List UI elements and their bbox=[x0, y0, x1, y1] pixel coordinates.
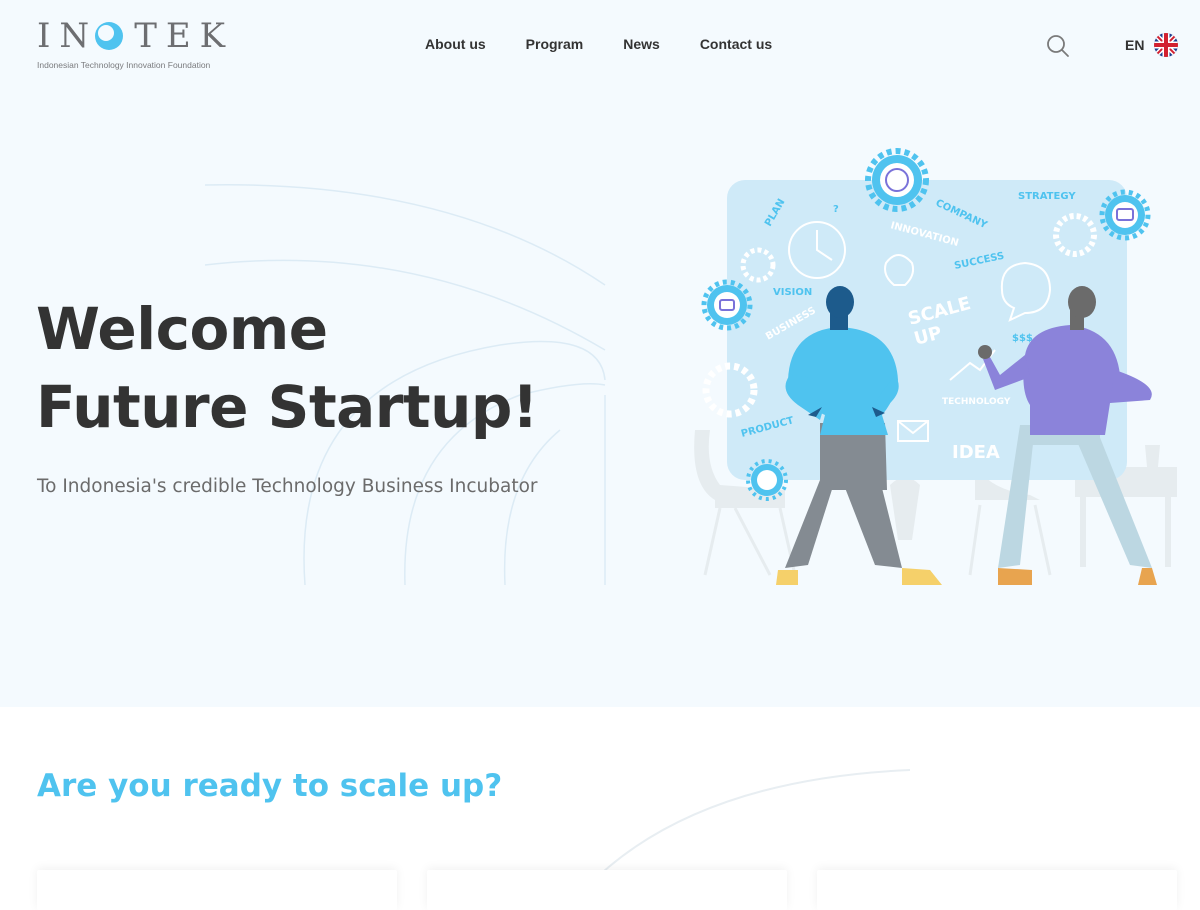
program-card-1[interactable] bbox=[37, 870, 397, 910]
inotek-logo[interactable]: IN TEK Indonesian Technology Innovation F… bbox=[37, 16, 237, 76]
svg-text:TECHNOLOGY: TECHNOLOGY bbox=[942, 397, 1011, 407]
nav-about-us[interactable]: About us bbox=[425, 36, 486, 52]
nav-news[interactable]: News bbox=[623, 36, 660, 52]
svg-text:?: ? bbox=[833, 204, 839, 215]
program-card-2[interactable] bbox=[427, 870, 787, 910]
svg-text:IDEA: IDEA bbox=[952, 442, 1000, 463]
svg-text:STRATEGY: STRATEGY bbox=[1018, 191, 1076, 202]
section-title: Are you ready to scale up? bbox=[37, 768, 503, 804]
site-header: IN TEK Indonesian Technology Innovation F… bbox=[0, 0, 1200, 90]
program-card-3[interactable] bbox=[817, 870, 1177, 910]
language-label: EN bbox=[1125, 37, 1145, 53]
hero-title: Welcome Future Startup! bbox=[36, 295, 538, 441]
main-nav: About us Program News Contact us bbox=[425, 36, 772, 52]
search-icon[interactable] bbox=[1046, 34, 1070, 58]
nav-program[interactable]: Program bbox=[526, 36, 584, 52]
svg-text:$$$: $$$ bbox=[1012, 333, 1033, 344]
nav-contact-us[interactable]: Contact us bbox=[700, 36, 772, 52]
logo-wordmark: IN TEK bbox=[37, 16, 234, 56]
logo-text-right: TEK bbox=[134, 16, 235, 56]
logo-tagline: Indonesian Technology Innovation Foundat… bbox=[37, 60, 211, 70]
language-switcher[interactable]: EN bbox=[1125, 33, 1179, 57]
uk-flag-icon bbox=[1154, 33, 1179, 57]
logo-o-mark-icon bbox=[95, 22, 123, 50]
svg-text:VISION: VISION bbox=[773, 287, 812, 298]
logo-text-left: IN bbox=[37, 16, 99, 56]
startup-team-illustration: PLAN COMPANY STRATEGY INNOVATION SUCCESS… bbox=[694, 148, 1177, 585]
hero-subtitle: To Indonesia's credible Technology Busin… bbox=[37, 476, 538, 497]
